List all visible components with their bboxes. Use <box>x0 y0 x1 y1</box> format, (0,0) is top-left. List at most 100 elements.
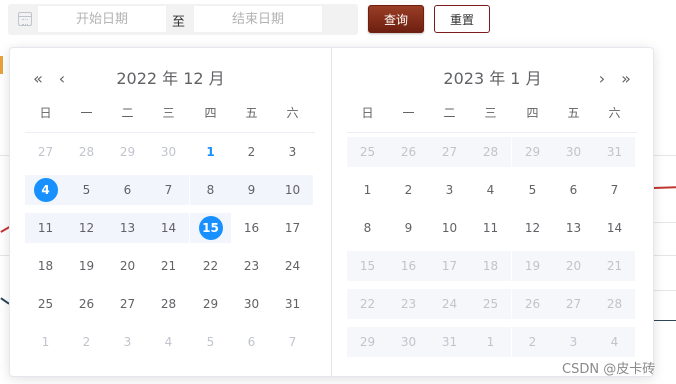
calendar-day[interactable]: 17 <box>272 213 313 243</box>
calendar-day[interactable]: 6 <box>553 175 594 205</box>
calendar-day-in-range[interactable]: 9 <box>231 175 272 205</box>
calendar-day[interactable]: 4 <box>470 175 511 205</box>
calendar-day-other-month[interactable]: 27 <box>25 137 66 167</box>
calendar-day[interactable]: 28 <box>148 289 189 319</box>
calendar-day[interactable]: 10 <box>429 213 470 243</box>
chart-gridline <box>0 255 9 256</box>
date-range-editor[interactable]: 至 <box>8 4 358 35</box>
calendar-day[interactable]: 5 <box>512 175 553 205</box>
calendar-day[interactable]: 9 <box>388 213 429 243</box>
calendar-day-in-range[interactable]: 12 <box>66 213 107 243</box>
calendar-day-in-range[interactable]: 14 <box>148 213 189 243</box>
calendar-day-other-month[interactable]: 2 <box>66 327 107 357</box>
calendar-day-other-month[interactable]: 1 <box>25 327 66 357</box>
calendar-day-in-range[interactable]: 11 <box>25 213 66 243</box>
right-calendar-panel: › » 2023 年 1 月 日一二三四五六 25 26 27 28 29 30 31 1 2 3… <box>332 48 653 376</box>
calendar-day[interactable]: 25 <box>25 289 66 319</box>
calendar-day-disabled: 2 <box>512 327 553 357</box>
weekday-divider <box>347 132 637 133</box>
calendar-day-other-month[interactable]: 29 <box>107 137 148 167</box>
calendar-day[interactable]: 26 <box>66 289 107 319</box>
calendar-day[interactable]: 21 <box>148 251 189 281</box>
weekday-header: 一 <box>402 106 415 120</box>
query-button[interactable]: 查询 <box>368 5 424 33</box>
calendar-day-disabled: 1 <box>470 327 511 357</box>
left-calendar-panel: « ‹ 2022 年 12 月 日一二三四五六 27 28 29 30 1 2 3 4 5 6 7 8… <box>10 48 331 376</box>
calendar-day[interactable]: 2 <box>388 175 429 205</box>
weekday-header: 二 <box>121 106 134 120</box>
weekday-header: 一 <box>80 106 93 120</box>
calendar-day-in-range[interactable]: 10 <box>272 175 313 205</box>
calendar-day[interactable]: 27 <box>107 289 148 319</box>
weekday-header: 五 <box>245 106 258 120</box>
calendar-day[interactable]: 11 <box>470 213 511 243</box>
calendar-day-disabled: 27 <box>553 289 594 319</box>
calendar-day-range-start[interactable]: 4 <box>25 175 66 205</box>
weekday-header: 三 <box>484 106 497 120</box>
calendar-day[interactable]: 29 <box>190 289 231 319</box>
calendar-day-disabled: 29 <box>512 137 553 167</box>
weekday-header: 日 <box>39 106 52 120</box>
chart-gridline <box>0 155 9 156</box>
calendar-day-in-range[interactable]: 5 <box>66 175 107 205</box>
calendar-day[interactable]: 1 <box>347 175 388 205</box>
chart-marker <box>0 56 3 74</box>
calendar-day[interactable]: 12 <box>512 213 553 243</box>
calendar-day-disabled: 22 <box>347 289 388 319</box>
selected-day-marker: 15 <box>198 216 223 240</box>
calendar-day[interactable]: 7 <box>594 175 635 205</box>
calendar-day-disabled: 3 <box>553 327 594 357</box>
calendar-day-other-month[interactable]: 3 <box>107 327 148 357</box>
calendar-day-disabled: 19 <box>512 251 553 281</box>
calendar-day[interactable]: 30 <box>231 289 272 319</box>
calendar-day-other-month[interactable]: 30 <box>148 137 189 167</box>
calendar-day[interactable]: 31 <box>272 289 313 319</box>
calendar-day-disabled: 30 <box>553 137 594 167</box>
calendar-day[interactable]: 2 <box>231 137 272 167</box>
calendar-day[interactable]: 3 <box>272 137 313 167</box>
calendar-day-disabled: 25 <box>347 137 388 167</box>
calendar-day-other-month[interactable]: 6 <box>231 327 272 357</box>
right-month-title: 2023 年 1 月 <box>443 69 542 88</box>
calendar-day[interactable]: 24 <box>272 251 313 281</box>
calendar-day-other-month[interactable]: 5 <box>190 327 231 357</box>
calendar-day-range-end[interactable]: 15 <box>190 213 231 243</box>
left-month-title: 2022 年 12 月 <box>116 69 225 88</box>
end-date-input[interactable] <box>194 6 322 32</box>
calendar-day-other-month[interactable]: 7 <box>272 327 313 357</box>
weekday-header: 六 <box>608 106 621 120</box>
weekday-header: 日 <box>361 106 374 120</box>
calendar-day-disabled: 26 <box>512 289 553 319</box>
selected-day-marker: 4 <box>33 178 58 202</box>
weekday-header: 四 <box>204 106 217 120</box>
calendar-day-in-range[interactable]: 6 <box>107 175 148 205</box>
calendar-day[interactable]: 19 <box>66 251 107 281</box>
weekday-header: 六 <box>286 106 299 120</box>
date-range-picker: « ‹ 2022 年 12 月 日一二三四五六 27 28 29 30 1 2 3 4 5 6 7 8… <box>9 47 654 377</box>
calendar-day-in-range[interactable]: 13 <box>107 213 148 243</box>
calendar-day[interactable]: 14 <box>594 213 635 243</box>
calendar-day-disabled: 17 <box>429 251 470 281</box>
calendar-day[interactable]: 18 <box>25 251 66 281</box>
calendar-day-other-month[interactable]: 28 <box>66 137 107 167</box>
calendar-day-disabled: 18 <box>470 251 511 281</box>
calendar-day[interactable]: 13 <box>553 213 594 243</box>
calendar-day-disabled: 31 <box>594 137 635 167</box>
calendar-day[interactable]: 22 <box>190 251 231 281</box>
reset-button[interactable]: 重置 <box>434 5 490 33</box>
calendar-day[interactable]: 23 <box>231 251 272 281</box>
calendar-day-in-range[interactable]: 8 <box>190 175 231 205</box>
calendar-day-disabled: 26 <box>388 137 429 167</box>
calendar-day[interactable]: 3 <box>429 175 470 205</box>
calendar-day[interactable]: 16 <box>231 213 272 243</box>
calendar-day-disabled: 20 <box>553 251 594 281</box>
calendar-day-disabled: 27 <box>429 137 470 167</box>
calendar-day-disabled: 31 <box>429 327 470 357</box>
calendar-day-other-month[interactable]: 4 <box>148 327 189 357</box>
watermark: CSDN @皮卡砖 <box>562 362 656 377</box>
calendar-day-today[interactable]: 1 <box>190 137 231 167</box>
calendar-day[interactable]: 20 <box>107 251 148 281</box>
calendar-day-in-range[interactable]: 7 <box>148 175 189 205</box>
calendar-day[interactable]: 8 <box>347 213 388 243</box>
start-date-input[interactable] <box>38 6 166 32</box>
